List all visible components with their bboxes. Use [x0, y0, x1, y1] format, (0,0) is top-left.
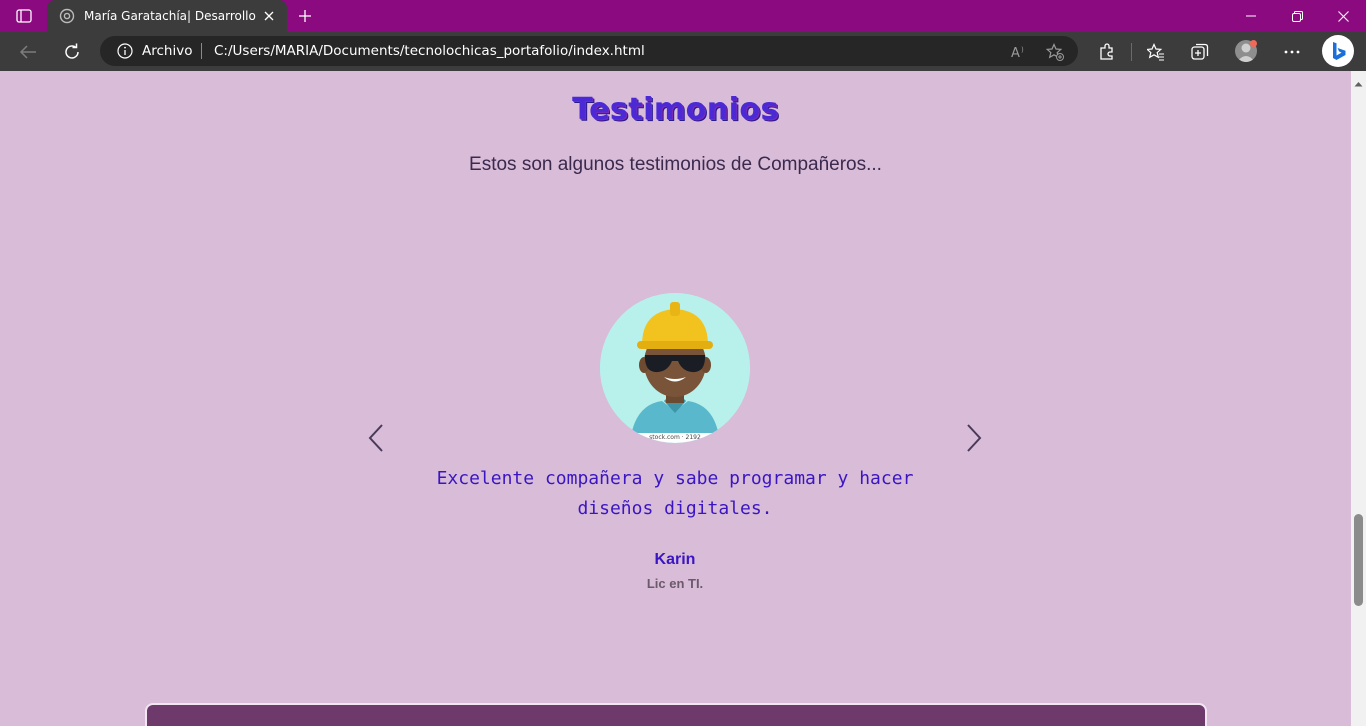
page-content: Testimonios Estos son algunos testimonio… [0, 71, 1351, 726]
address-separator [201, 43, 202, 59]
extensions-icon[interactable] [1092, 37, 1122, 67]
svg-text:A: A [1011, 46, 1020, 60]
favorites-icon[interactable] [1141, 37, 1171, 67]
testimonial-carousel: ...stock.com · 2192... Excelente compañe… [360, 281, 990, 611]
tab-actions-icon[interactable] [10, 6, 38, 26]
scroll-up-icon[interactable] [1354, 74, 1363, 92]
bing-icon[interactable] [1322, 35, 1354, 67]
info-icon[interactable] [117, 43, 133, 59]
browser-tab-active[interactable]: María Garatachía| Desarrollo Web [47, 0, 287, 32]
more-icon[interactable] [1277, 37, 1307, 67]
profile-notification-dot [1250, 40, 1257, 47]
collections-icon[interactable] [1185, 37, 1215, 67]
section-subtitle: Estos son algunos testimonios de Compañe… [469, 154, 882, 175]
restore-icon[interactable] [1274, 0, 1320, 32]
close-icon[interactable] [261, 8, 277, 24]
read-aloud-icon[interactable]: A) [1010, 43, 1028, 61]
next-section-card [145, 703, 1207, 726]
page-scrollbar[interactable] [1351, 71, 1366, 726]
section-title: Testimonios [572, 92, 779, 127]
minimize-icon[interactable] [1228, 0, 1274, 32]
testimonial-author-name: Karin [654, 551, 696, 568]
site-info-label[interactable]: Archivo [142, 43, 192, 59]
address-bar[interactable]: Archivo C:/Users/MARIA/Documents/tecnolo… [100, 36, 1078, 66]
chevron-right-icon[interactable] [958, 416, 990, 460]
image-watermark: ...stock.com · 2192... [600, 433, 750, 443]
testimonial-author-role: Lic en TI. [646, 576, 704, 591]
plus-icon[interactable] [294, 6, 316, 26]
toolbar-separator [1131, 43, 1132, 61]
svg-text:): ) [1021, 46, 1024, 54]
browser-toolbar: Archivo C:/Users/MARIA/Documents/tecnolo… [0, 32, 1366, 71]
url-text[interactable]: C:/Users/MARIA/Documents/tecnolochicas_p… [214, 43, 645, 59]
refresh-icon[interactable] [57, 37, 87, 67]
testimonial-quote: Excelente compañera y sabe programar y h… [436, 468, 914, 519]
chevron-left-icon[interactable] [360, 416, 392, 460]
tab-title: María Garatachía| Desarrollo Web [84, 9, 256, 23]
tab-favicon [59, 8, 75, 24]
add-favorite-icon[interactable] [1046, 43, 1064, 61]
browser-tab-bar: María Garatachía| Desarrollo Web [0, 0, 1366, 32]
close-window-icon[interactable] [1320, 0, 1366, 32]
scroll-thumb[interactable] [1354, 514, 1363, 606]
testimonial-avatar: ...stock.com · 2192... [600, 293, 750, 443]
back-icon[interactable] [13, 37, 43, 67]
